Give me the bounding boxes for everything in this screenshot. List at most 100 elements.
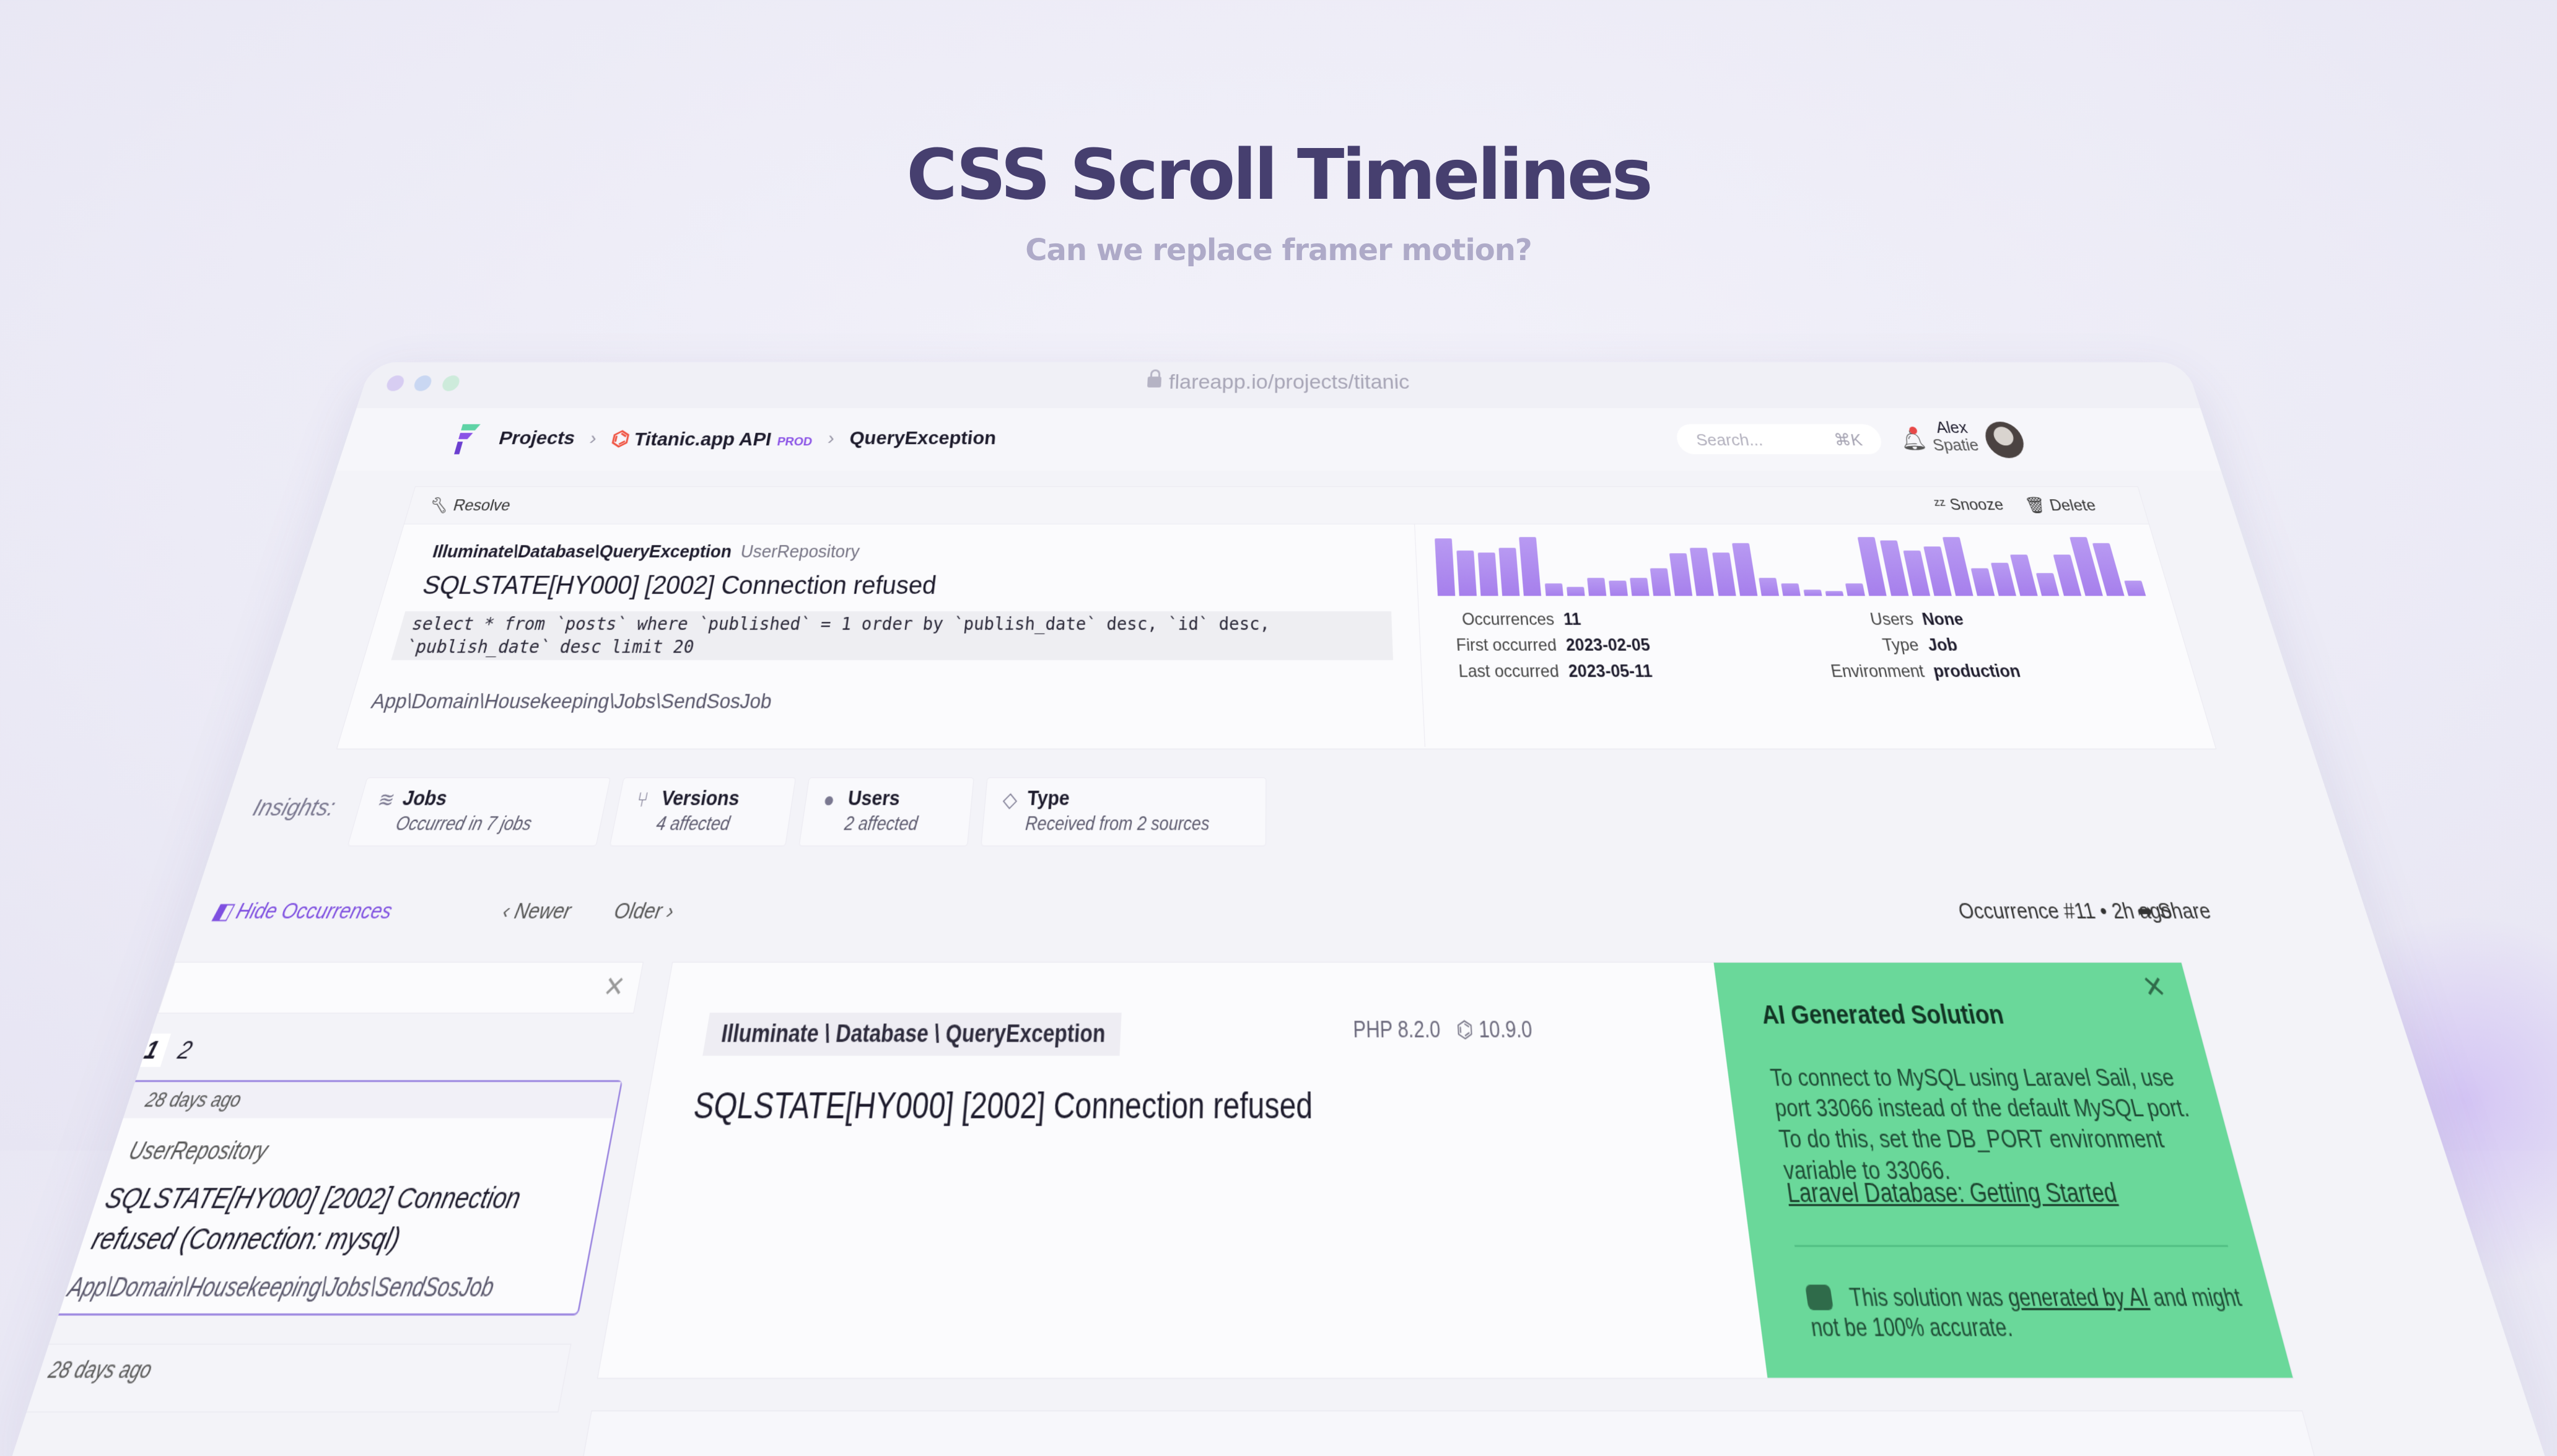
occurrence-bar: ◧ Hide Occurrences ‹ Newer Older › Occur… [183,884,2374,936]
occurrence-bar [1690,547,1715,596]
url-text: flareapp.io/projects/titanic [1168,370,1410,394]
occurrence-bar [1990,562,2017,596]
flare-logo-icon[interactable] [448,423,486,456]
ai-body: To connect to MySQL using Laravel Sail, … [1768,1063,2192,1185]
crumb-error[interactable]: QueryException [848,428,997,449]
occurrence-bar [1609,580,1628,596]
occurrence-bar [1630,577,1650,596]
occurrence-bar [2123,580,2146,596]
occurrence-bar [1758,577,1779,596]
exception-message: SQLSTATE[HY000] [2002] Connection refuse… [419,570,938,599]
detail-message: SQLSTATE[HY000] [2002] Connection refuse… [691,1086,1313,1127]
occurrence-bar [2036,572,2060,596]
insight-jobs[interactable]: ≋ Jobs Occurred in 7 jobs [347,777,611,847]
occurrence-path: App\Domain\Housekeeping\Jobs\SendSosJob [64,1273,497,1303]
occurrence-bar [1731,543,1758,596]
stats-right: Users None Type Job Environment production [1796,607,2023,685]
occurrence-bar [1803,590,1822,596]
occurrence-bar [1477,552,1498,596]
error-summary: Illuminate\Database\QueryException UserRe… [338,523,1426,748]
stat-row: First occurred 2023-02-05 [1456,635,1651,655]
exception-class: Illuminate\Database\QueryException UserRe… [430,541,861,562]
hide-occurrences-button[interactable]: ◧ Hide Occurrences [209,898,395,925]
exception-badge: Illuminate \ Database \ QueryException [702,1013,1122,1056]
lock-icon [1147,377,1162,388]
occurrence-bar [1566,586,1585,596]
occurrence-bar [1845,583,1866,596]
occurrence-date: 28 days ago [45,1356,155,1384]
occurrence-bar [1456,550,1477,596]
insight-users[interactable]: ● Users 2 affected [798,777,974,847]
resolve-button[interactable]: 🔧︎ Resolve [427,496,513,515]
diamond-icon: ◇ [1002,787,1018,812]
close-icon[interactable]: ✕ [2139,970,2170,1006]
repository-label: UserRepository [739,541,861,562]
crumb-projects[interactable]: Projects [496,428,577,449]
insights-label: Insights: [250,795,339,821]
search-placeholder: Search... [1695,430,1765,450]
occurrence-bar [1669,553,1693,596]
stat-row: Occurrences 11 [1461,609,1582,629]
occurrence-bar [1544,583,1563,596]
address-bar[interactable]: flareapp.io/projects/titanic [361,370,2196,394]
newer-button[interactable]: ‹ Newer [500,898,574,925]
app-navbar: Projects › ⌬Titanic.app API PROD › QueryE… [336,408,2221,471]
detail-next-panel [578,1410,2322,1456]
insight-versions[interactable]: ⑂ Versions 4 affected [609,777,797,847]
occurrence-bar [1586,577,1607,596]
occurrence-bar [1519,536,1542,596]
stats-left: Occurrences 11 First occurred 2023-02-05 Las… [1438,607,1654,685]
page-2[interactable]: 2 [166,1034,204,1067]
sql-query: select * from `posts` where `published` … [391,611,1394,660]
hero-title: CSS Scroll Timelines [906,135,1653,216]
occurrence-bar [1650,569,1671,596]
snooze-button[interactable]: ᶻᶻ Snooze [1933,496,2006,515]
browser-window: flareapp.io/projects/titanic Projects › … [12,362,2545,1456]
occurrence-bar [1781,583,1801,596]
older-button[interactable]: Older › [612,898,676,925]
stat-row: Environment production [1829,661,2022,682]
error-toolbar: 🔧︎ Resolve ᶻᶻ Snooze 🗑︎ Delete [404,487,2149,525]
search-input[interactable]: Search... ⌘K [1675,424,1884,455]
insight-type[interactable]: ◇ Type Received from 2 sources [981,777,1267,847]
occurrence-bar [1825,591,1844,596]
occurrence-detail: Illuminate \ Database \ QueryException P… [597,962,2294,1379]
avatar[interactable] [1981,421,2028,458]
occurrence-pagination: 12 [132,1034,210,1067]
page-1[interactable]: 1 [132,1034,171,1067]
stat-row: Last occurred 2023-05-11 [1458,661,1654,682]
exception-path: App\Domain\Housekeeping\Jobs\SendSosJob [369,689,774,713]
docs-link[interactable]: Laravel Database: Getting Started [1785,1178,2120,1209]
chevron-right-icon: › [587,427,599,449]
user-icon: ● [821,787,837,812]
user-name[interactable]: Alex Spatie [1927,419,1981,455]
search-shortcut: ⌘K [1832,430,1864,450]
occurrence-chart [1435,536,2150,596]
delete-button[interactable]: 🗑︎ Delete [2024,496,2098,515]
insights-bar: Insights: ≋ Jobs Occurred in 7 jobs ⑂ Ve… [211,771,2346,852]
ai-link[interactable]: generated by AI [2006,1284,2151,1312]
stat-row: Users None [1868,609,1965,629]
stat-row: Type Job [1881,635,1960,655]
chevron-right-icon: › [826,427,836,449]
ai-title: AI Generated Solution [1759,1000,2006,1031]
crumb-project[interactable]: ⌬Titanic.app API PROD [609,427,815,450]
stack-icon: ≋ [375,787,398,812]
branch-icon: ⑂ [634,787,651,812]
perspective-stage: flareapp.io/projects/titanic Projects › … [0,362,2557,1456]
occurrence-message: SQLSTATE[HY000] [2002] Connection refuse… [87,1182,524,1257]
occurrence-search-input[interactable]: ✕ [157,962,644,1014]
laravel-icon: ⌬ [1456,1017,1474,1043]
list-item[interactable]: 28 days ago UserRepository SQLSTATE[HY00… [42,1080,623,1316]
occurrence-bar [1435,538,1456,596]
version-info: PHP 8.2.0 ⌬ 10.9.0 [1353,1017,1533,1043]
close-icon[interactable]: ✕ [601,970,628,1004]
occurrence-bar [1970,569,1995,596]
error-card: 🔧︎ Resolve ᶻᶻ Snooze 🗑︎ Delete Illuminat… [336,486,2217,749]
hero-subtitle: Can we replace framer motion? [1025,233,1532,268]
divider [1794,1245,2229,1247]
share-button[interactable]: ➦ Share [2133,898,2214,925]
occurrence-repo: UserRepository [125,1137,271,1166]
ai-solution-panel: ✕ AI Generated Solution To connect to My… [1713,962,2293,1378]
list-item[interactable]: 28 days ago [12,1343,572,1413]
